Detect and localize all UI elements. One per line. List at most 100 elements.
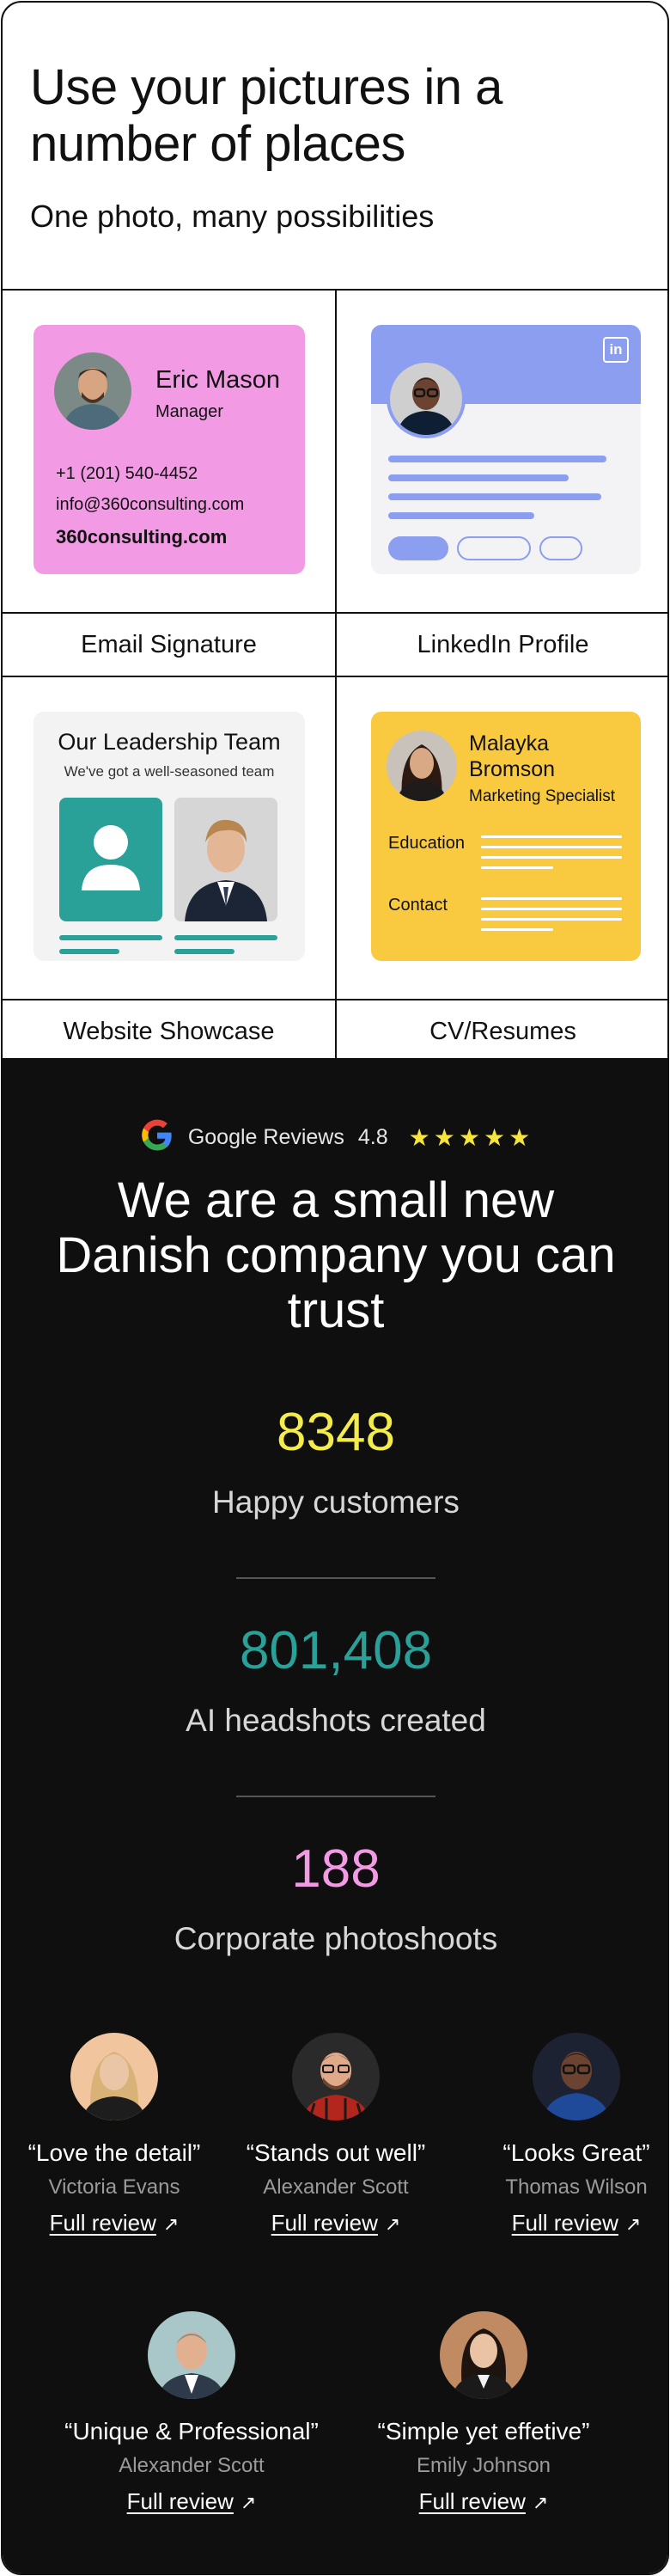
cv-card: Malayka Bromson Marketing Specialist Edu… (371, 712, 641, 961)
reviewer-avatar (533, 2033, 620, 2120)
hero-subtitle: One photo, many possibilities (30, 199, 435, 234)
cv-placeholder-line (481, 918, 622, 921)
linkedin-caption: LinkedIn Profile (337, 612, 667, 676)
cv-role: Marketing Specialist (469, 787, 616, 805)
avatar-malayka (387, 731, 457, 801)
use-case-linkedin[interactable]: in LinkedIn Profile (337, 291, 667, 677)
website-placeholder-line (174, 935, 277, 940)
signature-email: info@360consulting.com (56, 495, 245, 514)
cv-placeholder-line (481, 897, 622, 900)
website-card: Our Leadership Team We've got a well-sea… (34, 712, 305, 961)
review-quote: “Looks Great” (502, 2139, 650, 2166)
divider (236, 1577, 436, 1579)
full-review-link-label: Full review (271, 2210, 378, 2236)
cv-contact-label: Contact (388, 896, 448, 915)
full-review-link[interactable]: Full review ↗ (127, 2488, 257, 2515)
website-placeholder-line (174, 949, 234, 954)
use-case-cv[interactable]: Malayka Bromson Marketing Specialist Edu… (337, 677, 667, 1064)
signature-name: Eric Mason (155, 366, 281, 394)
review-card: “Love the detail” Victoria Evans Full re… (11, 2033, 217, 2236)
linkedin-card: in (371, 325, 641, 574)
review-quote: “Simple yet effetive” (377, 2418, 590, 2444)
rating-stars: ★ ★ ★ ★ ★ (407, 1123, 533, 1152)
person-placeholder-icon (59, 798, 162, 921)
reviewer-avatar (292, 2033, 380, 2120)
arrow-up-right-icon: ↗ (240, 2492, 257, 2513)
review-author: Victoria Evans (48, 2175, 180, 2199)
stat-photoshoots-value: 188 (291, 1839, 381, 1899)
cv-placeholder-line (481, 835, 622, 838)
review-card: “Stands out well” Alexander Scott Full r… (233, 2033, 439, 2236)
stat-headshots-label: AI headshots created (186, 1703, 486, 1738)
avatar-linkedin (387, 359, 466, 438)
full-review-link[interactable]: Full review ↗ (419, 2488, 549, 2515)
signature-role: Manager (155, 402, 223, 421)
stat-photoshoots-label: Corporate photoshoots (174, 1921, 498, 1956)
google-icon (140, 1118, 174, 1157)
full-review-link[interactable]: Full review ↗ (271, 2210, 401, 2236)
cv-placeholder-line (481, 866, 553, 869)
avatar-eric (54, 352, 131, 430)
google-reviews-bar[interactable]: Google Reviews 4.8 ★ ★ ★ ★ ★ (3, 1118, 667, 1157)
review-author: Alexander Scott (119, 2454, 265, 2477)
hero-section: Use your pictures in a number of places … (3, 3, 667, 291)
email-signature-card: Eric Mason Manager +1 (201) 540-4452 inf… (34, 325, 305, 574)
cv-placeholder-line (481, 846, 622, 848)
cv-preview: Malayka Bromson Marketing Specialist Edu… (337, 677, 667, 999)
email-signature-preview: Eric Mason Manager +1 (201) 540-4452 inf… (3, 291, 335, 612)
team-member-photo (174, 798, 277, 921)
website-caption: Website Showcase (3, 999, 335, 1062)
linkedin-placeholder-button (388, 536, 448, 560)
website-card-title: Our Leadership Team (58, 729, 281, 755)
star-icon: ★ (483, 1124, 506, 1151)
signature-website: 360consulting.com (56, 526, 228, 548)
cv-education-label: Education (388, 834, 465, 853)
cv-name: Malayka Bromson (469, 731, 556, 781)
reviewer-avatar (440, 2311, 527, 2399)
full-review-link-label: Full review (511, 2210, 618, 2236)
full-review-link[interactable]: Full review ↗ (50, 2210, 180, 2236)
linkedin-preview: in (337, 291, 667, 612)
website-card-subtitle: We've got a well-seasoned team (64, 763, 275, 780)
linkedin-icon: in (603, 337, 629, 363)
reviewer-avatar (148, 2311, 235, 2399)
review-author: Emily Johnson (416, 2454, 551, 2477)
review-card: “Simple yet effetive” Emily Johnson Full… (355, 2311, 612, 2515)
hero-title: Use your pictures in a number of places (30, 59, 502, 172)
email-signature-caption: Email Signature (3, 612, 335, 676)
full-review-link-label: Full review (126, 2488, 234, 2514)
full-review-link[interactable]: Full review ↗ (512, 2210, 642, 2236)
arrow-up-right-icon: ↗ (624, 2213, 642, 2235)
cv-caption: CV/Resumes (337, 999, 667, 1062)
reviews-label: Google Reviews (187, 1125, 344, 1149)
cv-placeholder-line (481, 928, 553, 931)
website-placeholder-line (59, 949, 119, 954)
website-preview: Our Leadership Team We've got a well-sea… (3, 677, 335, 999)
star-icon: ★ (433, 1124, 455, 1151)
star-icon: ★ (458, 1124, 480, 1151)
linkedin-placeholder-button (457, 536, 531, 560)
page-frame: Use your pictures in a number of places … (1, 1, 669, 2575)
linkedin-placeholder-line (388, 512, 534, 519)
review-quote: “Unique & Professional” (64, 2418, 319, 2444)
full-review-link-label: Full review (49, 2210, 156, 2236)
divider (236, 1796, 436, 1797)
use-case-website[interactable]: Our Leadership Team We've got a well-sea… (3, 677, 337, 1064)
review-quote: “Stands out well” (246, 2139, 426, 2166)
review-card: “Looks Great” Thomas Wilson Full review ↗ (473, 2033, 667, 2236)
cv-placeholder-line (481, 856, 622, 859)
stat-happy-customers-value: 8348 (277, 1403, 395, 1462)
arrow-up-right-icon: ↗ (162, 2213, 180, 2235)
linkedin-placeholder-line (388, 493, 601, 500)
trust-headline: We are a small new Danish company you ca… (56, 1172, 616, 1338)
reviewer-avatar (70, 2033, 158, 2120)
arrow-up-right-icon: ↗ (384, 2213, 401, 2235)
star-icon: ★ (509, 1124, 531, 1151)
website-placeholder-line (59, 935, 162, 940)
trust-section: Google Reviews 4.8 ★ ★ ★ ★ ★ We are a small … (3, 1058, 667, 2573)
linkedin-placeholder-line (388, 474, 569, 481)
cv-placeholder-line (481, 908, 622, 910)
star-icon: ★ (408, 1124, 430, 1151)
stat-headshots-value: 801,408 (239, 1621, 433, 1680)
use-case-email-signature[interactable]: Eric Mason Manager +1 (201) 540-4452 inf… (3, 291, 337, 677)
